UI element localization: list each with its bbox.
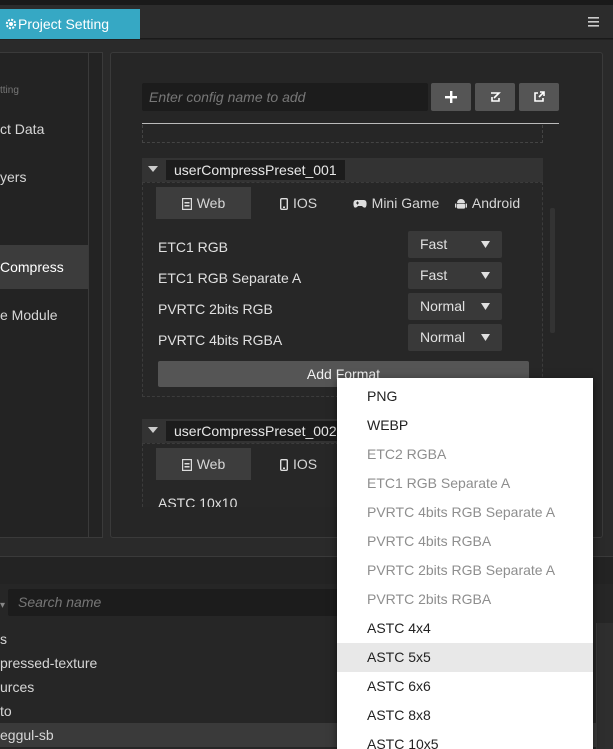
quality-select[interactable]: Normal: [408, 293, 502, 320]
sidebar-divider: [88, 53, 89, 537]
chevron-down-icon: [481, 272, 490, 279]
menu-item-astc-6x6[interactable]: ASTC 6x6: [337, 672, 593, 701]
tab-web[interactable]: Web: [156, 448, 251, 480]
tab-web-label: Web: [196, 456, 226, 472]
chevron-down-icon: [481, 334, 490, 341]
chevron-down-icon[interactable]: [148, 427, 158, 434]
quality-select[interactable]: Fast: [408, 231, 502, 258]
menu-item-webp[interactable]: WEBP: [337, 411, 593, 440]
sidebar-item-setting[interactable]: tting: [0, 81, 88, 101]
config-name-input[interactable]: Enter config name to add: [142, 83, 428, 111]
quality-value: Normal: [420, 298, 466, 314]
quality-value: Fast: [420, 236, 448, 252]
sidebar-item-project-data[interactable]: ct Data: [0, 107, 88, 151]
quality-select[interactable]: Fast: [408, 262, 502, 289]
format-dropdown-menu: PNG WEBP ETC2 RGBA ETC1 RGB Separate A P…: [337, 378, 593, 749]
quality-select[interactable]: Normal: [408, 324, 502, 351]
menu-item-astc-10x5[interactable]: ASTC 10x5: [337, 730, 593, 749]
quality-value: Fast: [420, 267, 448, 283]
menu-item-png[interactable]: PNG: [337, 382, 593, 411]
tab-ios-label: IOS: [292, 195, 318, 211]
tab-web-label: Web: [196, 195, 226, 211]
sidebar-item-engine-module[interactable]: e Module: [0, 293, 88, 337]
tab-ios[interactable]: IOS: [251, 448, 346, 480]
tab-mini-game-label: Mini Game: [371, 195, 440, 211]
gear-icon: [5, 18, 17, 30]
web-icon: [181, 198, 192, 211]
chevron-down-icon: [481, 303, 490, 310]
tab-web[interactable]: Web: [156, 187, 251, 219]
phone-icon: [279, 459, 288, 472]
format-label: ETC1 RGB: [158, 239, 229, 255]
menu-item-pvrtc-2bits-rgb-separate-a: PVRTC 2bits RGB Separate A: [367, 562, 556, 578]
settings-sidebar: tting ct Data yers Compress e Module: [0, 52, 103, 538]
tab-mini-game[interactable]: Mini Game: [346, 187, 446, 219]
web-icon: [181, 459, 192, 472]
import-config-button[interactable]: [475, 83, 515, 111]
preset-name-input[interactable]: userCompressPreset_002: [166, 421, 345, 441]
format-label: ASTC 10x10: [158, 495, 238, 507]
sidebar-item-layers[interactable]: yers: [0, 155, 88, 199]
preset-body: Web IOS Mini Game Android ETC1 RGB Fast …: [142, 182, 543, 397]
import-icon: [491, 92, 501, 102]
tab-label: Project Setting: [18, 16, 110, 32]
tab-ios-label: IOS: [292, 456, 318, 472]
quality-value: Normal: [420, 329, 466, 345]
tab-android-label: Android: [471, 195, 521, 211]
scrollbar[interactable]: [550, 208, 555, 333]
config-drop-area: [142, 125, 543, 143]
export-icon: [534, 91, 545, 102]
menu-item-pvrtc-4bits-rgb-separate-a: PVRTC 4bits RGB Separate A: [367, 504, 556, 520]
scrollbar[interactable]: [596, 623, 613, 749]
menu-item-etc2-rgba: ETC2 RGBA: [367, 446, 447, 462]
tab-bar: Project Setting: [0, 5, 613, 39]
menu-item-astc-5x5[interactable]: ASTC 5x5: [337, 643, 593, 672]
menu-item-astc-8x8[interactable]: ASTC 8x8: [337, 701, 593, 730]
preset-name-input[interactable]: userCompressPreset_001: [166, 160, 345, 180]
tab-project-setting[interactable]: Project Setting: [0, 9, 140, 39]
format-label: ETC1 RGB Separate A: [158, 270, 302, 286]
android-icon: [454, 199, 467, 209]
format-label: PVRTC 4bits RGBA: [158, 332, 283, 348]
menu-item-pvrtc-2bits-rgba: PVRTC 2bits RGBA: [367, 591, 492, 607]
preset-header[interactable]: userCompressPreset_001: [142, 158, 543, 182]
plus-icon: [445, 91, 457, 103]
tab-ios[interactable]: IOS: [251, 187, 346, 219]
sidebar-item-texture-compress[interactable]: Compress: [0, 245, 88, 289]
chevron-down-icon[interactable]: [148, 166, 158, 173]
menu-item-etc1-rgb-separate-a: ETC1 RGB Separate A: [367, 475, 511, 491]
menu-item-astc-4x4[interactable]: ASTC 4x4: [337, 614, 593, 643]
chevron-down-icon: [481, 241, 490, 248]
menu-icon[interactable]: [588, 17, 599, 27]
phone-icon: [279, 198, 288, 211]
format-label: PVRTC 2bits RGB: [158, 301, 273, 317]
search-input[interactable]: Search name: [8, 589, 338, 616]
gamepad-icon: [353, 200, 367, 208]
menu-item-pvrtc-4bits-rgba: PVRTC 4bits RGBA: [367, 533, 492, 549]
divider: [142, 123, 559, 124]
export-config-button[interactable]: [519, 83, 559, 111]
tab-android[interactable]: Android: [446, 187, 529, 219]
caret-down-icon[interactable]: ▾: [0, 600, 5, 611]
add-config-button[interactable]: [431, 83, 471, 111]
